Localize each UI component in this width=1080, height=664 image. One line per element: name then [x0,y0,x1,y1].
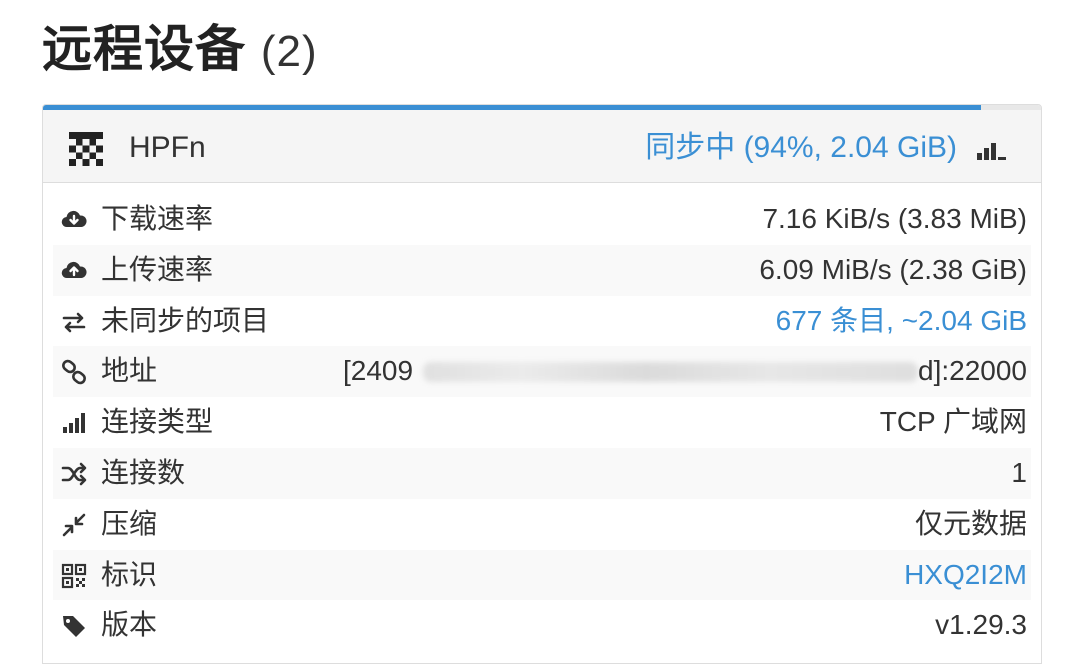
address-suffix: d]:22000 [918,355,1027,387]
row-value: 6.09 MiB/s (2.38 GiB) [759,253,1027,285]
row-label: 上传速率 [101,253,214,285]
row-label: 标识 [101,558,158,590]
sync-status: 同步中 (94%, 2.04 GiB) [645,131,957,164]
address-redacted-blur [423,362,918,383]
row-connection-count: 连接数 1 [53,447,1031,499]
row-label: 地址 [101,355,158,387]
tag-icon [63,616,85,638]
row-upload-rate: 上传速率 6.09 MiB/s (2.38 GiB) [53,244,1031,296]
qrcode-icon [61,563,87,588]
row-value: 7.16 KiB/s (3.83 MiB) [762,203,1027,234]
device-details: 下载速率 7.16 KiB/s (3.83 MiB) 上传速率 6.09 MiB… [53,194,1031,651]
row-download-rate: 下载速率 7.16 KiB/s (3.83 MiB) [53,194,1031,245]
page-title: 远程设备 (2) [42,14,318,87]
cloud-download-icon [61,210,87,228]
compress-arrows-icon [62,513,86,537]
row-version: 版本 v1.29.3 [53,600,1031,651]
cloud-upload-icon [61,261,87,278]
row-value: 仅元数据 [914,507,1027,539]
row-label: 压缩 [101,507,158,539]
address-prefix: [2409 [343,355,414,387]
device-count: (2) [260,27,318,76]
out-of-sync-items-link[interactable]: 677 条目, ~2.04 GiB [776,302,1027,340]
device-identicon [69,132,103,166]
row-identification: 标识 HXQ2I2M [53,549,1031,601]
link-icon [62,360,86,385]
signal-bars-icon [977,143,1006,160]
signal-bars-icon [63,413,85,434]
row-label: 未同步的项目 [101,304,270,336]
remote-device-panel: HPFn 同步中 (94%, 2.04 GiB) 下载速率 7.16 KiB/s… [42,104,1042,664]
shuffle-icon [61,462,87,486]
row-label: 连接数 [101,456,186,488]
device-header[interactable]: HPFn 同步中 (94%, 2.04 GiB) [43,110,1041,183]
device-id-link[interactable]: HXQ2I2M [904,556,1027,594]
row-value: 1 [1011,456,1027,488]
row-label: 连接类型 [101,406,214,438]
device-name: HPFn [129,131,206,164]
row-address: 地址 [2409 d]:22000 [53,346,1031,398]
row-connection-type: 连接类型 TCP 广域网 [53,397,1031,448]
row-label: 版本 [101,609,158,641]
row-compression: 压缩 仅元数据 [53,499,1031,550]
row-out-of-sync-items: 未同步的项目 677 条目, ~2.04 GiB [53,296,1031,347]
row-value: v1.29.3 [935,609,1027,641]
row-value: TCP 广域网 [879,406,1027,438]
page-title-text: 远程设备 [42,21,246,77]
exchange-arrows-icon [62,312,86,332]
row-label: 下载速率 [101,203,214,234]
